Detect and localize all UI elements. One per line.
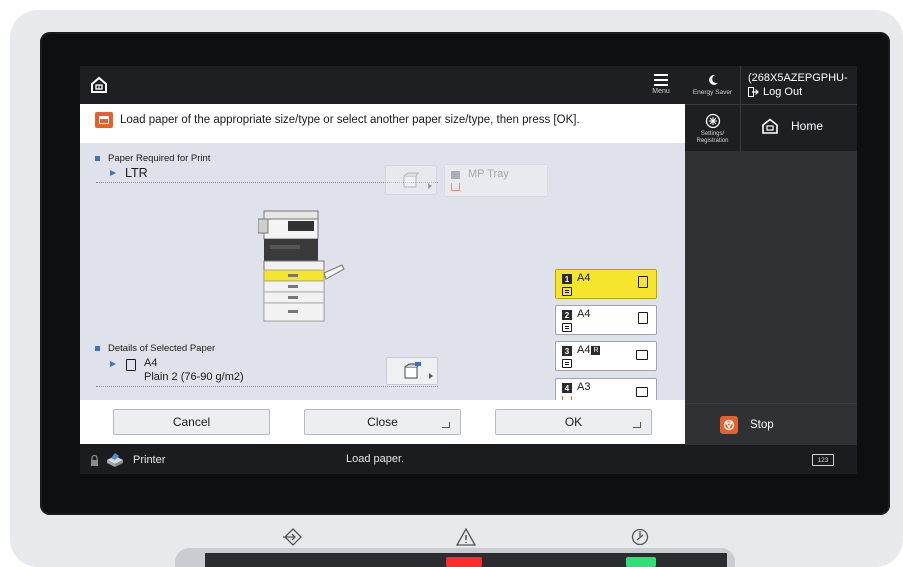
rotated-badge: R (591, 346, 601, 355)
portrait-orientation-icon (638, 276, 648, 288)
paper-settings-icon (404, 362, 421, 379)
divider (96, 386, 438, 387)
menu-label: Menu (652, 88, 670, 95)
tray-paper-size: A4 (577, 272, 591, 284)
printer-device: Menu Load paper of the appropriate size/… (0, 0, 903, 567)
stop-button[interactable]: Stop (720, 416, 774, 434)
tray-2-button[interactable]: 2 A4 (555, 305, 657, 335)
data-indicator-icon (280, 526, 306, 548)
tray-number: 4 (562, 383, 572, 393)
ok-button[interactable]: OK (495, 409, 652, 435)
bullet-icon (95, 156, 100, 161)
mp-tray-label: MP Tray (468, 168, 509, 180)
stop-area: Stop (685, 403, 857, 445)
lock-icon (91, 454, 98, 466)
settings-registration-button[interactable]: Settings/Registration (685, 105, 741, 152)
menu-button[interactable]: Menu (644, 72, 678, 100)
right-panel-top: Energy Saver (268X5AZEPGPHU- Log Out (685, 66, 857, 104)
stop-label: Stop (750, 419, 774, 431)
portrait-orientation-icon (638, 312, 648, 324)
empty-tray-icon (451, 183, 460, 191)
right-panel: Energy Saver (268X5AZEPGPHU- Log Out Set… (685, 66, 857, 474)
home-icon (91, 76, 107, 93)
tray-number: 2 (562, 310, 572, 320)
mp-tray-icon (451, 171, 460, 179)
landscape-orientation-icon (636, 350, 648, 360)
logout-icon (748, 87, 759, 97)
logout-label: Log Out (763, 86, 803, 98)
settings-label: Settings/Registration (696, 130, 729, 144)
selected-paper-type: Plain 2 (76-90 g/m2) (144, 371, 244, 383)
printer-icon (107, 453, 123, 467)
mp-tray-button[interactable]: MP Tray (444, 164, 548, 197)
power-led (626, 557, 656, 567)
paper-stack-icon (562, 287, 572, 296)
selected-paper-section: Details of Selected Paper (80, 343, 215, 354)
tray-1-button[interactable]: 1 A4 (555, 269, 657, 299)
energy-saver-label: Energy Saver (692, 89, 733, 96)
expand-arrow-icon (110, 361, 116, 367)
top-bar: Menu (80, 66, 685, 104)
message-text: Load paper of the appropriate size/type … (120, 114, 580, 126)
user-info: (268X5AZEPGPHU- Log Out (748, 71, 848, 99)
energy-saver-button[interactable]: Energy Saver (685, 66, 741, 104)
paper-select-area: Paper Required for Print LTR MP Tray 1 A… (80, 143, 685, 408)
paper-stack-icon (562, 323, 572, 332)
error-led (446, 557, 482, 567)
home-shortcut-button[interactable] (85, 71, 113, 99)
status-mode: Printer (90, 452, 165, 468)
paper-settings-button[interactable] (386, 357, 438, 385)
paper-stack-icon (562, 359, 572, 368)
error-indicator-icon (453, 526, 479, 548)
bullet-icon (95, 346, 100, 351)
numeric-keypad-button[interactable]: 123 (812, 454, 834, 466)
tray-paper-size: A4 (577, 308, 591, 320)
user-id: (268X5AZEPGPHU- (748, 72, 848, 84)
status-mode-label: Printer (133, 454, 166, 466)
home-label: Home (791, 119, 824, 133)
confirm-hook-icon (633, 422, 641, 428)
menu-icon (654, 74, 668, 86)
tray-paper-size: A3 (577, 381, 591, 393)
selected-paper-size: A4 (144, 357, 158, 369)
paper-required-section: Paper Required for Print (80, 153, 210, 164)
logout-button[interactable]: Log Out (748, 85, 848, 99)
tray-number: 1 (562, 274, 572, 284)
power-indicator-icon (627, 526, 653, 548)
landscape-orientation-icon (636, 387, 648, 397)
cancel-label: Cancel (172, 415, 211, 429)
right-panel-bottom: 123 (685, 445, 857, 474)
paper-settings-icon (403, 172, 419, 188)
printer-illustration (258, 210, 345, 322)
tray-number: 3 (562, 346, 572, 356)
tray-3-button[interactable]: 3 A4 R (555, 341, 657, 371)
selected-paper-label: Details of Selected Paper (108, 343, 216, 354)
tray-paper-size: A4 R (577, 344, 601, 356)
paper-required-label: Paper Required for Print (108, 153, 211, 164)
confirm-hook-icon (442, 422, 450, 428)
settings-icon (705, 113, 720, 128)
load-paper-warning-icon (95, 112, 113, 128)
paper-settings-button-disabled[interactable] (385, 165, 437, 195)
close-button[interactable]: Close (304, 409, 461, 435)
portrait-orientation-icon (126, 359, 136, 371)
right-panel-nav: Settings/Registration Home (685, 104, 857, 152)
touch-screen: Menu Load paper of the appropriate size/… (80, 66, 857, 474)
cancel-button[interactable]: Cancel (113, 409, 270, 435)
home-button[interactable]: Home (761, 118, 823, 134)
expand-arrow-icon (110, 170, 116, 176)
status-message: Load paper. (346, 453, 405, 465)
ok-label: OK (564, 415, 583, 429)
status-bar: Printer Load paper. (80, 444, 685, 474)
main-pane: Menu Load paper of the appropriate size/… (80, 66, 685, 474)
close-label: Close (367, 415, 398, 429)
action-bar: Cancel Close OK (80, 400, 685, 444)
moon-icon (708, 74, 718, 85)
paper-required-value: LTR (125, 166, 148, 180)
stop-icon (720, 416, 738, 434)
home-icon (762, 118, 778, 134)
message-bar: Load paper of the appropriate size/type … (80, 104, 685, 143)
